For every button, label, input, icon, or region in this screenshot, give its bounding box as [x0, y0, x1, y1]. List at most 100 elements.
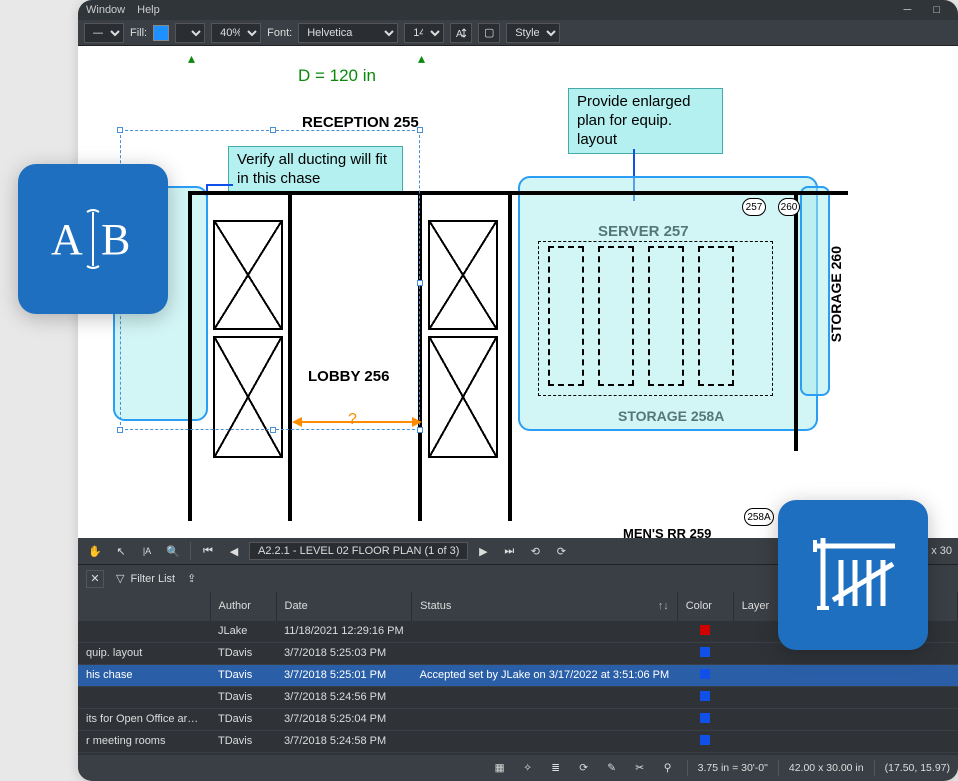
cell-subject: [78, 686, 210, 708]
window-maximize-icon[interactable]: □: [933, 4, 940, 16]
equipment-box-3: [428, 220, 498, 330]
col-status[interactable]: Status↑↓: [412, 592, 678, 620]
cell-subject: [78, 620, 210, 642]
fill-color-swatch[interactable]: [153, 25, 169, 41]
filter-list-label: Filter List: [130, 573, 175, 585]
text-box-button[interactable]: ▢: [478, 23, 500, 43]
col-author[interactable]: Author: [210, 592, 276, 620]
cell-date: 3/7/2018 5:25:03 PM: [276, 642, 412, 664]
fill-pattern-select[interactable]: ▦: [175, 23, 205, 43]
table-row[interactable]: his chaseTDavis3/7/2018 5:25:01 PMAccept…: [78, 664, 958, 686]
cloud-region-storage260: [800, 186, 830, 396]
text-edit-tool-icon[interactable]: |A: [136, 541, 158, 561]
cell-status: [412, 708, 678, 730]
prev-page-icon[interactable]: ◀: [223, 541, 245, 561]
svg-text:B: B: [101, 215, 130, 264]
export-icon[interactable]: ⇪: [187, 572, 207, 585]
cell-author: TDavis: [210, 642, 276, 664]
text-toolbar: — Fill: ▦ 40% Font: Helvetica 14 A ▢ Sty…: [78, 20, 958, 46]
menu-item-help[interactable]: Help: [137, 4, 160, 16]
dimension-clip1: ▴: [188, 50, 195, 67]
room-tag-260: 260: [778, 198, 800, 216]
cell-color: [677, 686, 733, 708]
room-tag-257: 257: [742, 198, 766, 216]
menu-item-window[interactable]: Window: [86, 4, 125, 16]
table-row[interactable]: its for Open Office areas?TDavis3/7/2018…: [78, 708, 958, 730]
menubar: Window Help ─ □: [78, 0, 958, 20]
next-page-icon[interactable]: ▶: [472, 541, 494, 561]
sync-icon[interactable]: ⟳: [575, 759, 593, 777]
dimension-clip2: ▴: [418, 50, 425, 67]
coord-readout: (17.50, 15.97): [885, 762, 950, 774]
first-page-icon[interactable]: ⏮: [197, 541, 219, 561]
cell-author: TDavis: [210, 664, 276, 686]
cell-author: TDavis: [210, 686, 276, 708]
badge-text-edit: A B: [18, 164, 168, 314]
cell-status: [412, 686, 678, 708]
cell-subject: quip. layout: [78, 642, 210, 664]
cell-status: [412, 620, 678, 642]
tally-icon: [805, 530, 901, 620]
col-subject[interactable]: [78, 592, 210, 620]
room-label-mens: MEN'S RR 259: [623, 526, 711, 538]
measure-icon[interactable]: ✂: [631, 759, 649, 777]
opacity-select[interactable]: 40%: [211, 23, 261, 43]
room-label-reception: RECEPTION 255: [302, 114, 419, 131]
room-tag-258a: 258A: [744, 508, 774, 526]
text-cursor-icon: A B: [43, 204, 143, 274]
table-row[interactable]: TDavis3/7/2018 5:24:56 PM: [78, 686, 958, 708]
filter-list-button[interactable]: ▽ Filter List: [116, 572, 175, 585]
last-page-icon[interactable]: ⏭: [498, 541, 520, 561]
autosize-button[interactable]: A: [450, 23, 472, 43]
badge-quantity: [778, 500, 928, 650]
cell-status: [412, 730, 678, 752]
col-color[interactable]: Color: [677, 592, 733, 620]
dimension-d: D = 120 in: [298, 66, 376, 86]
scale-readout[interactable]: 3.75 in = 30'-0": [698, 762, 768, 774]
next-view-icon[interactable]: ⟳: [550, 541, 572, 561]
cell-color: [677, 664, 733, 686]
svg-text:A: A: [51, 215, 83, 264]
room-label-storage260: STORAGE 260: [828, 246, 844, 342]
cell-layer: [733, 664, 957, 686]
filter-icon: ▽: [116, 572, 124, 585]
app-window: Window Help ─ □ — Fill: ▦ 40% Font: Helv…: [78, 0, 958, 781]
drawing-canvas[interactable]: D = 120 in ▴ ▴ RECEPTION 255 LOBBY 256 S…: [78, 46, 958, 538]
cell-date: 11/18/2021 12:29:16 PM: [276, 620, 412, 642]
cell-status: [412, 642, 678, 664]
snap-icon[interactable]: ✧: [519, 759, 537, 777]
cell-author: TDavis: [210, 708, 276, 730]
zoom-tool-icon[interactable]: 🔍: [162, 541, 184, 561]
pin-icon[interactable]: ⚲: [659, 759, 677, 777]
window-minimize-icon[interactable]: ─: [904, 4, 912, 16]
fill-label: Fill:: [130, 27, 147, 39]
cell-date: 3/7/2018 5:24:58 PM: [276, 730, 412, 752]
table-row[interactable]: r meeting roomsTDavis3/7/2018 5:24:58 PM: [78, 730, 958, 752]
wall-right: [794, 191, 798, 451]
text-style-select[interactable]: Style: [506, 23, 560, 43]
close-panel-icon[interactable]: ✕: [86, 570, 104, 588]
grid-icon[interactable]: ▦: [491, 759, 509, 777]
prev-view-icon[interactable]: ⟲: [524, 541, 546, 561]
pan-tool-icon[interactable]: ✋: [84, 541, 106, 561]
marker-icon[interactable]: ✎: [603, 759, 621, 777]
arrow-right-head: [412, 417, 422, 427]
cell-date: 3/7/2018 5:25:04 PM: [276, 708, 412, 730]
layers-icon[interactable]: ≣: [547, 759, 565, 777]
callout-equip[interactable]: Provide enlarged plan for equip. layout: [568, 88, 723, 154]
page-indicator[interactable]: A2.2.1 - LEVEL 02 FLOOR PLAN (1 of 3): [249, 542, 468, 560]
select-tool-icon[interactable]: ↖: [110, 541, 132, 561]
font-size-select[interactable]: 14: [404, 23, 444, 43]
cell-date: 3/7/2018 5:24:56 PM: [276, 686, 412, 708]
line-style-select[interactable]: —: [84, 23, 124, 43]
cell-status: Accepted set by JLake on 3/17/2022 at 3:…: [412, 664, 678, 686]
cell-date: 3/7/2018 5:25:01 PM: [276, 664, 412, 686]
cell-color: [677, 708, 733, 730]
page-dim-readout: 42.00 x 30.00 in: [789, 762, 864, 774]
wall-mid-2: [508, 191, 512, 521]
font-label: Font:: [267, 27, 292, 39]
sort-icon[interactable]: ↑↓: [658, 600, 669, 612]
font-family-select[interactable]: Helvetica: [298, 23, 398, 43]
col-date[interactable]: Date: [276, 592, 412, 620]
dimension-question: ?: [348, 411, 357, 429]
